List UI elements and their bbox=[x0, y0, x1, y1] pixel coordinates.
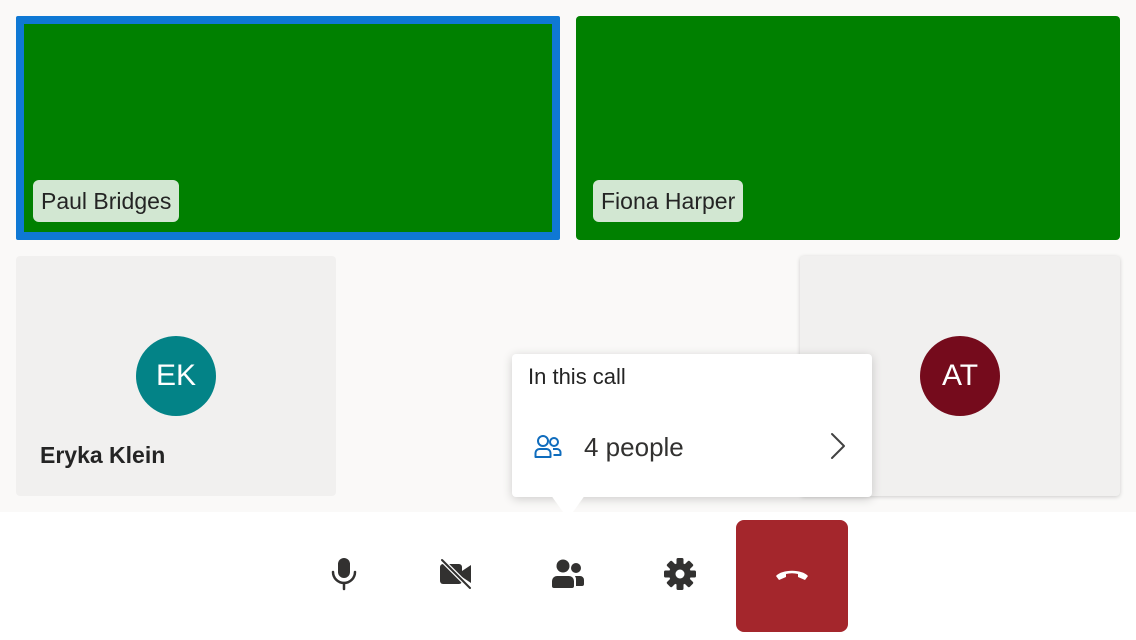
call-controls-toolbar bbox=[0, 512, 1136, 640]
hang-up-icon bbox=[774, 566, 810, 587]
participant-tile-eryka-klein[interactable]: EK Eryka Klein bbox=[16, 256, 336, 496]
people-icon bbox=[550, 558, 586, 595]
people-button[interactable] bbox=[512, 520, 624, 632]
camera-toggle-button[interactable] bbox=[400, 520, 512, 632]
participant-name-label: Paul Bridges bbox=[33, 180, 180, 222]
hang-up-button[interactable] bbox=[736, 520, 848, 632]
avatar: AT bbox=[920, 336, 1000, 416]
avatar: EK bbox=[136, 336, 216, 416]
people-count: 4 people bbox=[584, 432, 684, 462]
avatar-initials: EK bbox=[155, 359, 197, 392]
microphone-icon bbox=[329, 556, 359, 597]
settings-button[interactable] bbox=[624, 520, 736, 632]
people-icon bbox=[534, 434, 562, 465]
people-count-row[interactable]: 4 people bbox=[512, 420, 872, 476]
participant-tile-paul-bridges[interactable]: Paul Bridges bbox=[16, 16, 560, 240]
avatar-initials: AT bbox=[941, 359, 979, 392]
in-this-call-popover: In this call 4 people bbox=[512, 354, 872, 497]
participant-name-label: Fiona Harper bbox=[593, 180, 744, 222]
popover-title: In this call bbox=[528, 364, 626, 389]
participant-tile-fiona-harper[interactable]: Fiona Harper bbox=[576, 16, 1120, 240]
participant-name: Eryka Klein bbox=[40, 442, 166, 468]
chevron-right-icon bbox=[828, 428, 848, 469]
camera-off-icon bbox=[438, 557, 474, 595]
gear-icon bbox=[663, 557, 697, 596]
microphone-button[interactable] bbox=[288, 520, 400, 632]
